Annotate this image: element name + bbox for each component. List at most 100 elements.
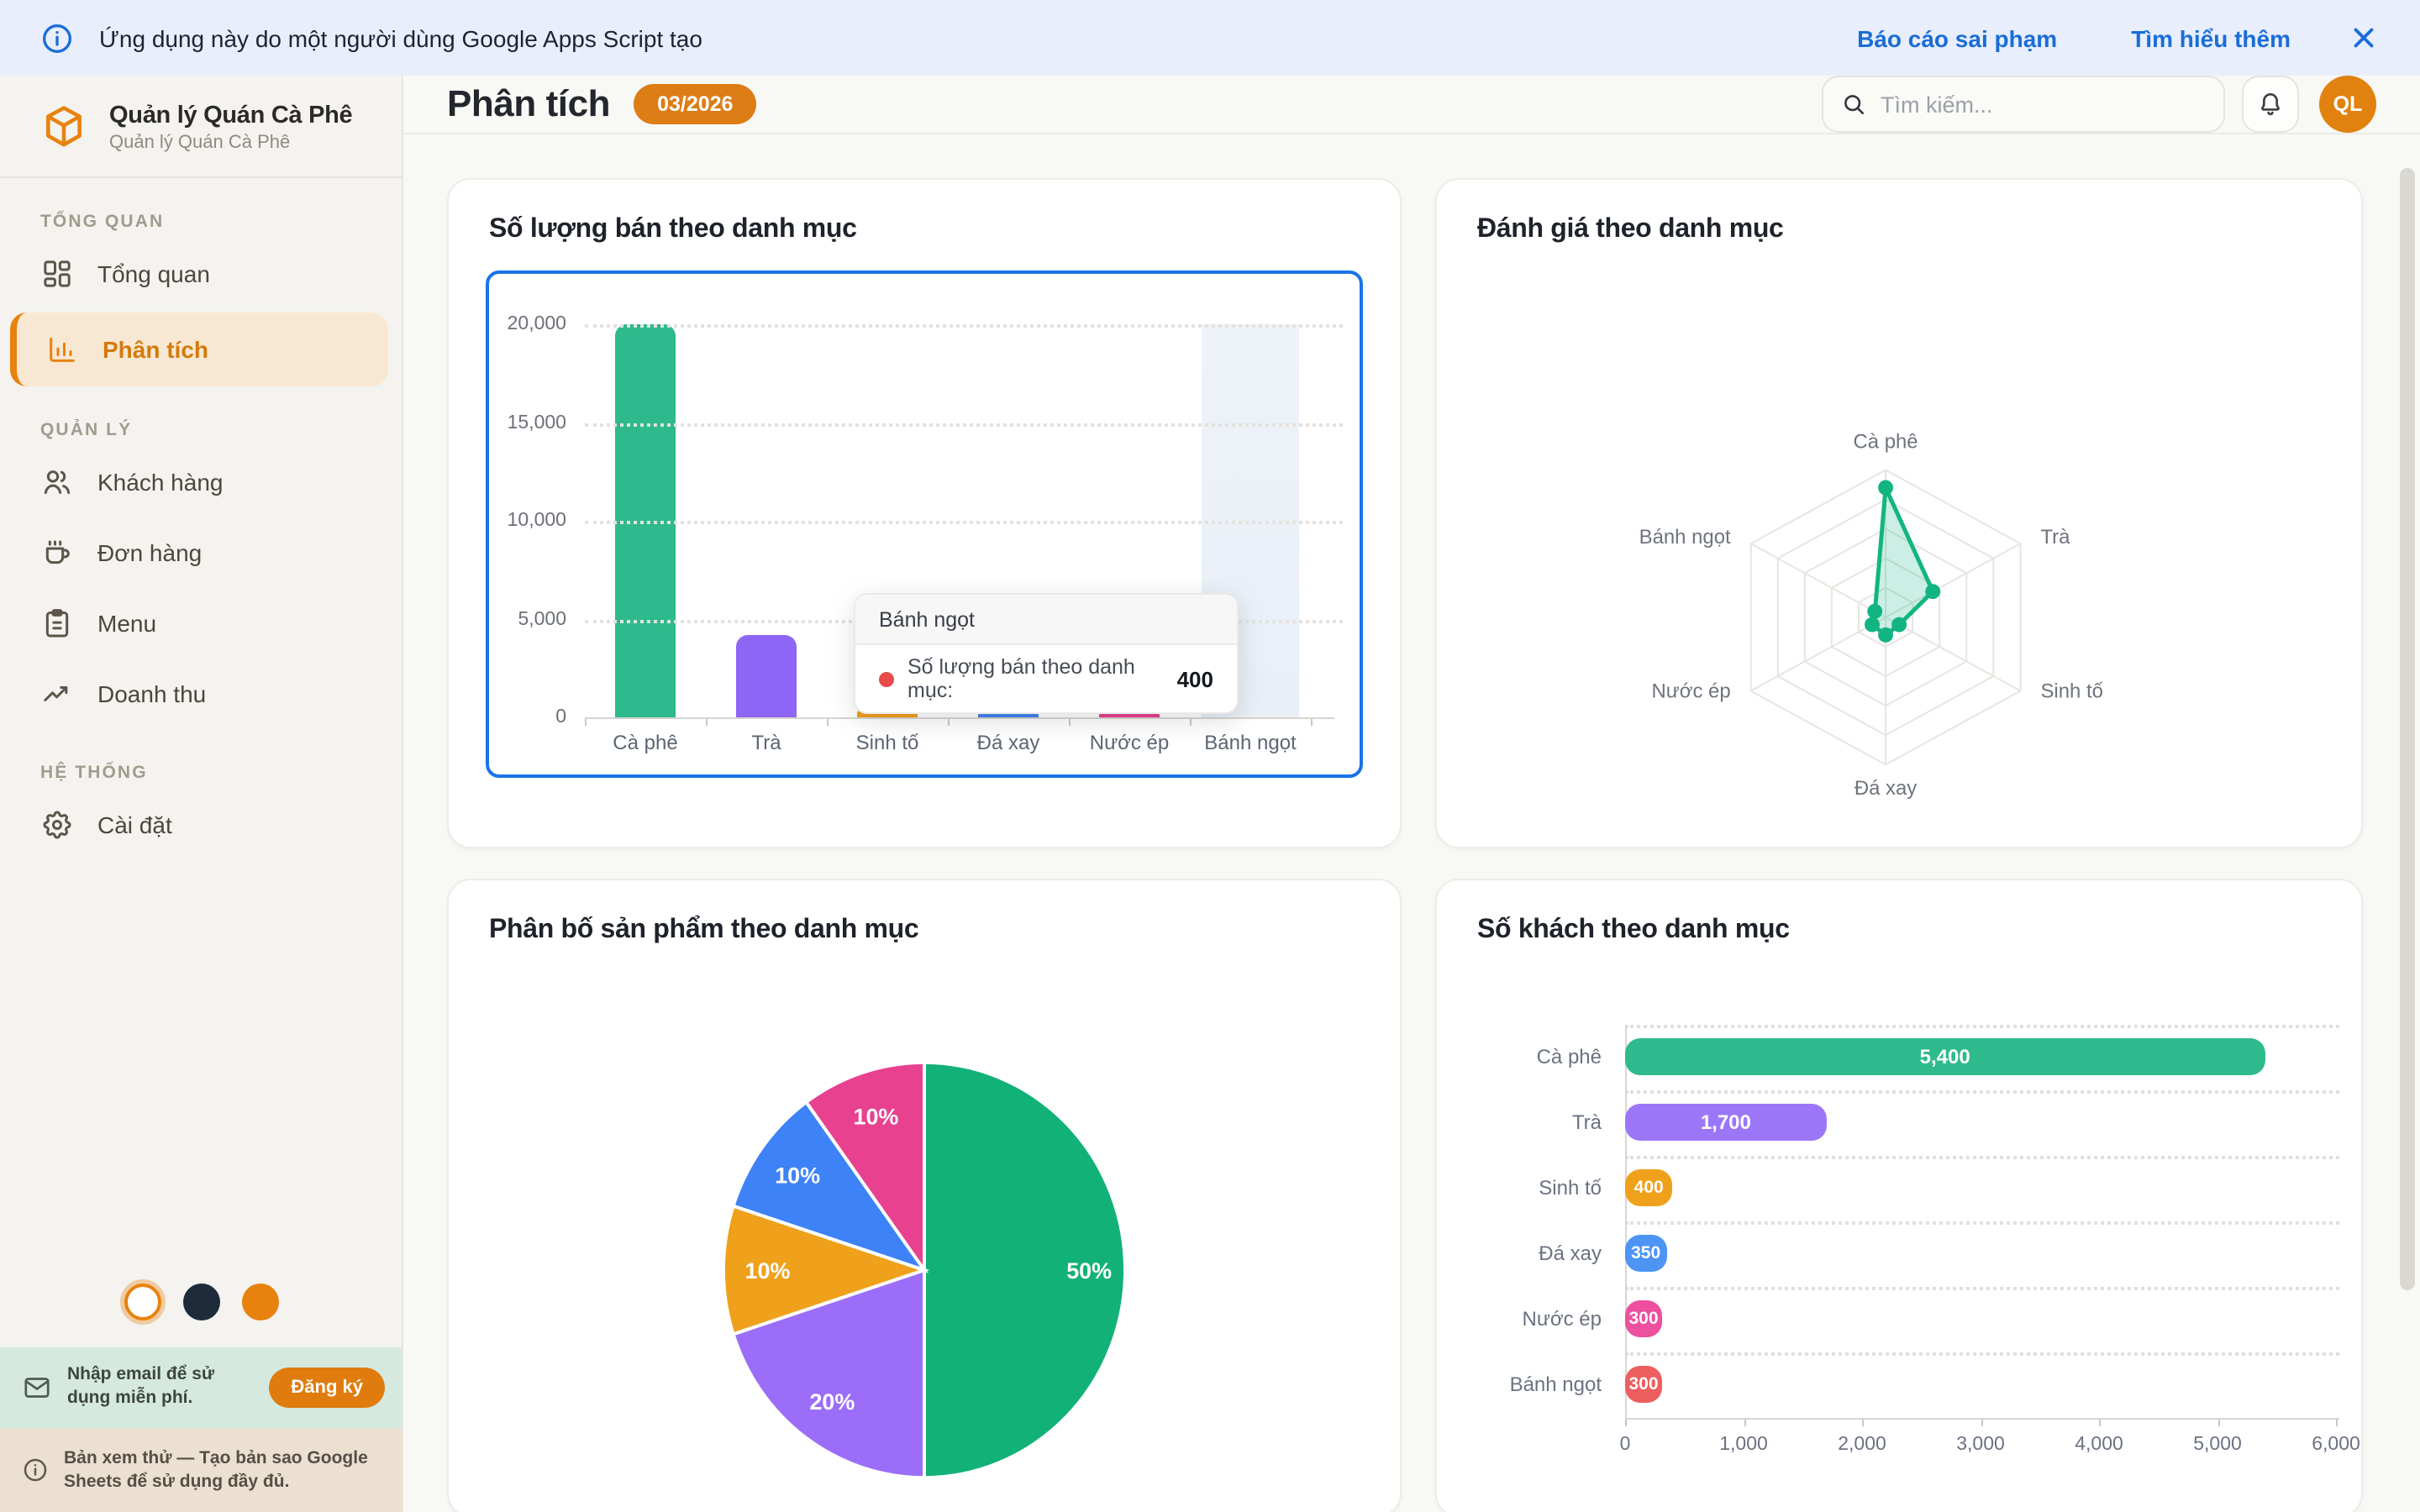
pie-slice-label: 10% xyxy=(775,1163,820,1189)
card-sales-by-category: Số lượng bán theo danh mục Bánh ngọt400N… xyxy=(447,178,1402,848)
theme-dot-orange[interactable] xyxy=(241,1284,278,1320)
theme-dot-dark[interactable] xyxy=(182,1284,219,1320)
radar-data-point xyxy=(1878,480,1893,496)
main-area: Phân tích 03/2026 QL xyxy=(403,76,2420,1512)
category-label: Đá xay xyxy=(1467,1242,1602,1265)
sidebar-item-label: Cài đặt xyxy=(97,811,172,838)
x-axis-label: Trà xyxy=(751,731,781,754)
radar-chart[interactable]: Cà phêTràSinh tốĐá xayNước épBánh ngọt xyxy=(1437,249,2361,916)
y-axis-label: 10,000 xyxy=(489,511,566,531)
axis-tick xyxy=(1981,1419,1982,1425)
x-axis-tick-label: 4,000 xyxy=(2075,1434,2123,1454)
radar-data-point xyxy=(1867,604,1882,619)
app-window: Ứng dụng này do một người dùng Google Ap… xyxy=(0,0,2420,1512)
nav-section-label: HỆ THỐNG xyxy=(40,763,361,783)
radar-axis-label: Đá xay xyxy=(1854,777,1917,800)
y-axis-label: 0 xyxy=(489,707,566,727)
theme-switcher xyxy=(0,1284,402,1320)
card-title: Phân bố sản phẩm theo danh mục xyxy=(449,880,1400,946)
tooltip-value: 400 xyxy=(1177,666,1213,691)
sidebar-item-label: Đơn hàng xyxy=(97,539,202,566)
pie-chart[interactable]: 50%20%10%10%10% xyxy=(449,949,1400,1512)
report-abuse-link[interactable]: Báo cáo sai phạm xyxy=(1857,24,2057,51)
axis-tick xyxy=(2336,1419,2338,1425)
learn-more-link[interactable]: Tìm hiểu thêm xyxy=(2131,24,2291,51)
card-title: Số khách theo danh mục xyxy=(1437,880,2361,946)
axis-tick xyxy=(2217,1419,2219,1425)
axis-tick xyxy=(706,719,708,726)
pie-slice-label: 50% xyxy=(1066,1258,1112,1284)
brand-subtitle: Quản lý Quán Cà Phê xyxy=(109,133,352,153)
close-icon[interactable] xyxy=(2348,22,2380,54)
bar-banh-ngot[interactable]: 300 xyxy=(1625,1366,1662,1403)
radar-axis-label: Sinh tố xyxy=(2040,680,2102,703)
category-label: Trà xyxy=(1467,1110,1602,1134)
sidebar-item-label: Tổng quan xyxy=(97,260,210,287)
card-rating-by-category: Đánh giá theo danh mục Cà phêTràSinh tốĐ… xyxy=(1435,178,2363,848)
sidebar-item-label: Doanh thu xyxy=(97,680,206,707)
x-axis-tick-label: 2,000 xyxy=(1838,1434,1886,1454)
sidebar-item-don-hang[interactable]: Đơn hàng xyxy=(0,517,402,588)
bar-da-xay[interactable]: 350 xyxy=(1625,1235,1666,1272)
tooltip-series-label: Số lượng bán theo danh mục: xyxy=(908,655,1165,702)
radar-axis-label: Cà phê xyxy=(1854,431,1918,454)
trend-icon xyxy=(40,677,74,711)
sidebar-nav: TỔNG QUANTổng quanPhân tíchQUẢN LÝKhách … xyxy=(0,178,402,860)
page-title: Phân tích xyxy=(447,82,610,126)
sidebar-item-cai-dat[interactable]: Cài đặt xyxy=(0,790,402,860)
bar-sinh-to[interactable]: 400 xyxy=(1625,1169,1672,1206)
axis-tick xyxy=(948,719,950,726)
theme-dot-light[interactable] xyxy=(124,1284,160,1320)
gridline xyxy=(585,423,1343,426)
axis-tick xyxy=(1744,1419,1745,1425)
brand-title: Quản lý Quán Cà Phê xyxy=(109,102,352,129)
sidebar-item-doanh-thu[interactable]: Doanh thu xyxy=(0,659,402,729)
gridline xyxy=(585,324,1343,328)
gridline xyxy=(585,521,1343,524)
sidebar-item-phan-tich[interactable]: Phân tích xyxy=(10,312,388,386)
banner-message: Ứng dụng này do một người dùng Google Ap… xyxy=(99,24,702,51)
bar-ca-phe[interactable]: 5,400 xyxy=(1625,1038,2265,1075)
users-icon xyxy=(40,465,74,499)
dashboard-grid: Số lượng bán theo danh mục Bánh ngọt400N… xyxy=(403,134,2420,1512)
x-axis-label: Sinh tố xyxy=(856,731,919,754)
avatar[interactable]: QL xyxy=(2319,76,2376,133)
bar-chart[interactable]: Bánh ngọt400Nước épĐá xaySinh tốTrà4,200… xyxy=(486,270,1363,778)
chart-tooltip: Bánh ngọt Số lượng bán theo danh mục: 40… xyxy=(854,593,1239,714)
sidebar-item-label: Menu xyxy=(97,610,156,637)
row-separator xyxy=(1625,1155,2339,1158)
notifications-button[interactable] xyxy=(2242,76,2299,133)
sidebar-item-label: Khách hàng xyxy=(97,469,223,496)
search-input[interactable] xyxy=(1822,76,2225,133)
radar-axis-label: Trà xyxy=(2040,526,2070,549)
y-axis-label: 15,000 xyxy=(489,412,566,433)
page-scrollbar[interactable] xyxy=(2400,168,2415,1290)
sidebar-item-menu[interactable]: Menu xyxy=(0,588,402,659)
info-icon xyxy=(22,1457,49,1483)
row-separator xyxy=(1625,1089,2339,1093)
coffee-icon xyxy=(40,536,74,570)
x-axis-tick-label: 0 xyxy=(1620,1434,1631,1454)
sidebar-item-tong-quan[interactable]: Tổng quan xyxy=(0,239,402,309)
radar-data-point xyxy=(1865,617,1880,633)
bar-tra[interactable] xyxy=(736,635,797,717)
signup-button[interactable]: Đăng ký xyxy=(269,1368,385,1408)
brand: Quản lý Quán Cà Phê Quản lý Quán Cà Phê xyxy=(0,76,402,178)
x-axis-tick-label: 3,000 xyxy=(1956,1434,2005,1454)
bar-nuoc-ep[interactable]: 300 xyxy=(1625,1300,1662,1337)
category-label: Sinh tố xyxy=(1467,1176,1602,1200)
horizontal-bar-chart[interactable]: Cà phê5,400Trà1,700Sinh tố400Đá xay350Nư… xyxy=(1467,953,2321,1473)
email-cta: Nhập email để sử dụng miễn phí. Đăng ký xyxy=(0,1347,402,1428)
sidebar-item-khach-hang[interactable]: Khách hàng xyxy=(0,447,402,517)
axis-tick xyxy=(585,719,587,726)
chart-icon xyxy=(45,333,79,366)
x-axis-label: Cà phê xyxy=(613,731,677,754)
period-badge: 03/2026 xyxy=(634,84,756,124)
bar-tra[interactable]: 1,700 xyxy=(1625,1104,1827,1141)
row-separator xyxy=(1625,1221,2339,1224)
x-axis-label: Nước ép xyxy=(1090,731,1170,754)
sidebar: Quản lý Quán Cà Phê Quản lý Quán Cà Phê … xyxy=(0,76,403,1512)
search-field[interactable] xyxy=(1881,92,2207,117)
card-product-distribution: Phân bố sản phẩm theo danh mục 50%20%10%… xyxy=(447,879,1402,1512)
category-label: Bánh ngọt xyxy=(1467,1373,1602,1396)
